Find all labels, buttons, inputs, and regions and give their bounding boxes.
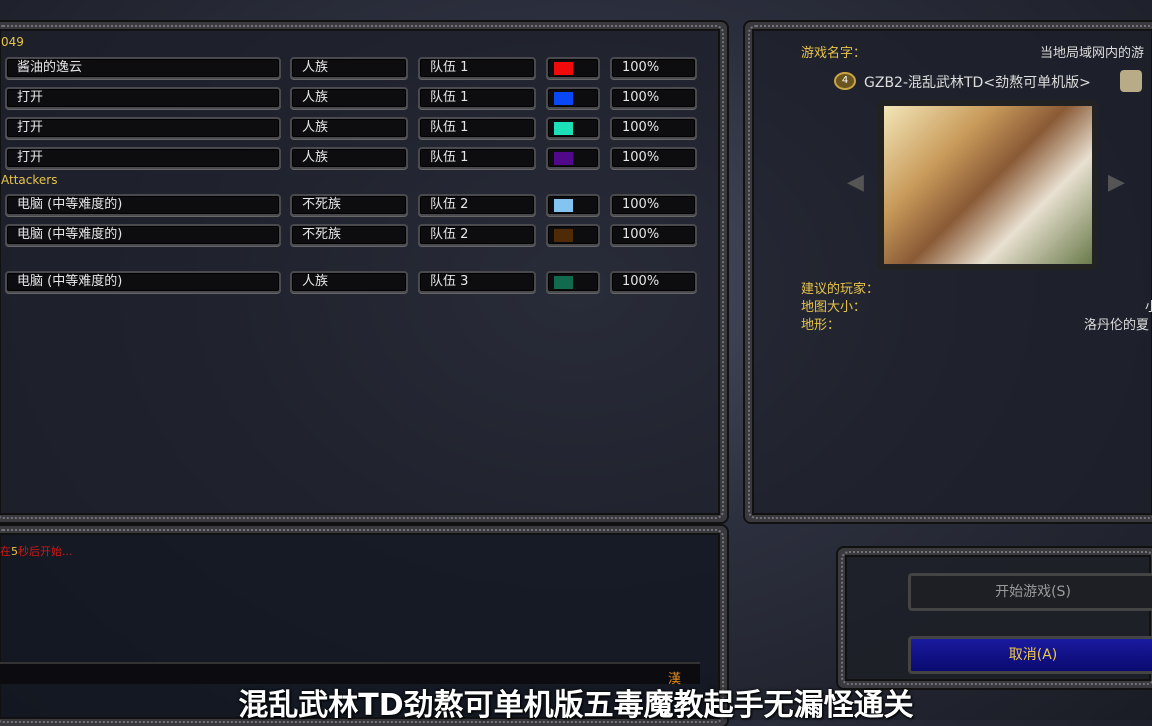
team-dropdown[interactable]: 队伍 1	[418, 57, 536, 79]
map-size-label: 地图大小：	[801, 300, 867, 315]
start-game-button[interactable]: 开始游戏(S)	[908, 573, 1152, 611]
color-dropdown[interactable]	[546, 147, 600, 169]
countdown-number: 5	[11, 545, 18, 558]
race-dropdown[interactable]: 人族	[290, 147, 408, 169]
name-dropdown[interactable]: 打开	[5, 147, 281, 169]
handicap-dropdown[interactable]: 100%	[610, 147, 697, 169]
color-swatch	[554, 276, 573, 289]
left-arrow-icon: ◀	[847, 170, 864, 195]
handicap-dropdown[interactable]: 100%	[610, 194, 697, 216]
color-dropdown[interactable]	[546, 271, 600, 293]
name-dropdown[interactable]: 打开	[5, 87, 281, 109]
color-swatch	[554, 152, 573, 165]
team-dropdown[interactable]: 队伍 3	[418, 271, 536, 293]
race-dropdown[interactable]: 不死族	[290, 194, 408, 216]
team-dropdown[interactable]: 队伍 1	[418, 147, 536, 169]
color-swatch	[554, 229, 573, 242]
handicap-dropdown[interactable]: 100%	[610, 87, 697, 109]
color-swatch	[554, 62, 573, 75]
player-count-badge: 4	[834, 72, 856, 90]
map-size-value: 小	[1145, 300, 1152, 315]
color-dropdown[interactable]	[546, 224, 600, 246]
team-dropdown[interactable]: 队伍 1	[418, 87, 536, 109]
terrain-label: 地形：	[801, 318, 841, 333]
map-preview-image	[878, 100, 1098, 270]
name-dropdown[interactable]: 电脑 (中等难度的)	[5, 224, 281, 246]
game-name-label: 游戏名字：	[801, 46, 867, 61]
team-1-header: 049	[1, 35, 24, 49]
color-swatch	[554, 122, 573, 135]
name-dropdown[interactable]: 酱油的逸云	[5, 57, 281, 79]
race-dropdown[interactable]: 人族	[290, 87, 408, 109]
color-dropdown[interactable]	[546, 117, 600, 139]
race-dropdown[interactable]: 不死族	[290, 224, 408, 246]
terrain-value: 洛丹伦的夏	[1084, 318, 1150, 333]
name-dropdown[interactable]: 打开	[5, 117, 281, 139]
handicap-dropdown[interactable]: 100%	[610, 57, 697, 79]
right-arrow-icon: ▶	[1108, 170, 1125, 195]
countdown-message: 在5秒后开始...	[0, 543, 73, 559]
team-dropdown[interactable]: 队伍 2	[418, 224, 536, 246]
race-dropdown[interactable]: 人族	[290, 271, 408, 293]
color-dropdown[interactable]	[546, 57, 600, 79]
team-dropdown[interactable]: 队伍 1	[418, 117, 536, 139]
team-dropdown[interactable]: 队伍 2	[418, 194, 536, 216]
countdown-suffix: 秒后开始...	[18, 545, 73, 558]
team-2-header: Attackers	[1, 173, 58, 187]
map-name: GZB2-混乱武林TD<劲熬可单机版>	[864, 75, 1091, 91]
video-subtitle: 混乱武林TD劲熬可单机版五毒魔教起手无漏怪通关	[238, 688, 914, 723]
handicap-dropdown[interactable]: 100%	[610, 224, 697, 246]
race-dropdown[interactable]: 人族	[290, 57, 408, 79]
handicap-dropdown[interactable]: 100%	[610, 271, 697, 293]
suggested-players-label: 建议的玩家：	[801, 282, 880, 297]
name-dropdown[interactable]: 电脑 (中等难度的)	[5, 271, 281, 293]
handicap-dropdown[interactable]: 100%	[610, 117, 697, 139]
race-dropdown[interactable]: 人族	[290, 117, 408, 139]
game-name-value: 当地局域网内的游	[1040, 46, 1145, 61]
color-dropdown[interactable]	[546, 194, 600, 216]
color-swatch	[554, 199, 573, 212]
color-dropdown[interactable]	[546, 87, 600, 109]
color-swatch	[554, 92, 573, 105]
name-dropdown[interactable]: 电脑 (中等难度的)	[5, 194, 281, 216]
countdown-prefix: 在	[0, 545, 11, 558]
map-info-panel	[745, 22, 1152, 522]
scroll-icon[interactable]	[1120, 70, 1142, 92]
cancel-button[interactable]: 取消(A)	[908, 636, 1152, 674]
